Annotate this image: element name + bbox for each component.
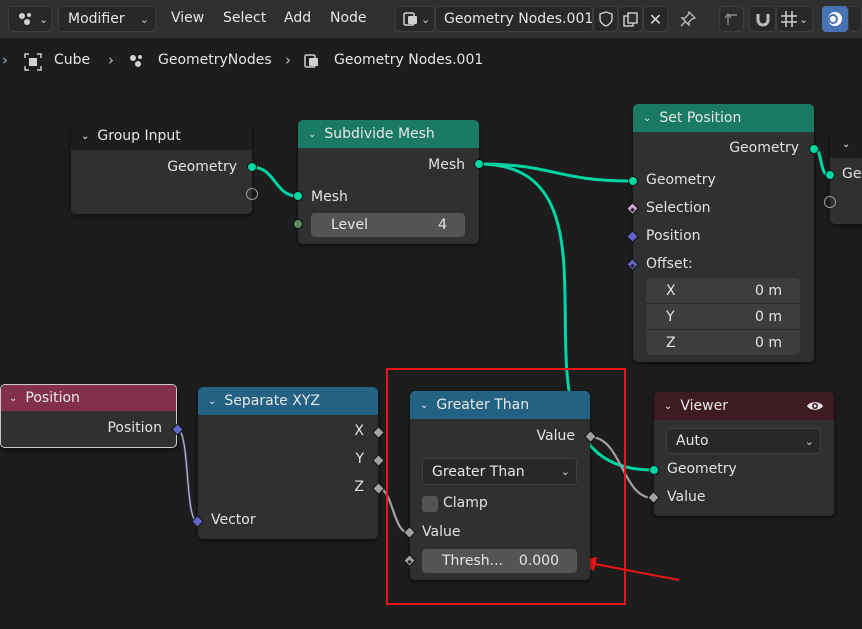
input-label: Geometry: [667, 461, 737, 477]
mesh-input-socket[interactable]: [293, 191, 303, 201]
input-label: Ge: [842, 166, 862, 182]
offscreen-node[interactable]: ⌄ Ge: [824, 130, 862, 224]
mesh-output-socket[interactable]: [474, 159, 484, 169]
collapse-arrow-icon[interactable]: ⌄: [81, 131, 89, 142]
input-label: Mesh: [311, 189, 348, 205]
axis-value: 0 m: [755, 308, 782, 325]
output-label: Y: [355, 451, 364, 467]
empty-output-socket[interactable]: [246, 188, 258, 200]
node-header[interactable]: ⌄ Position: [1, 385, 176, 411]
node-header[interactable]: ⌄ Separate XYZ: [198, 387, 378, 415]
empty-input-socket[interactable]: [824, 196, 836, 208]
eye-icon[interactable]: [806, 399, 824, 413]
set-position-node[interactable]: ⌄ Set Position Geometry Geometry Selecti…: [626, 104, 819, 362]
offset-z-field[interactable]: Z 0 m: [646, 330, 800, 355]
input-label: Geometry: [646, 172, 716, 188]
output-label: Geometry: [729, 140, 799, 156]
offset-y-field[interactable]: Y 0 m: [646, 304, 800, 329]
annotation-highlight-box: [386, 368, 626, 605]
geometry-output-socket[interactable]: [809, 144, 819, 154]
output-label: Mesh: [428, 157, 465, 173]
input-label: Position: [646, 228, 701, 244]
collapse-arrow-icon[interactable]: ⌄: [9, 393, 17, 404]
link-position-to-separate-light: [176, 428, 198, 522]
axis-label: Z: [666, 334, 676, 351]
geometry-output-socket[interactable]: [247, 162, 257, 172]
output-label: Z: [354, 479, 364, 495]
level-value: 4: [438, 217, 447, 233]
axis-label: X: [666, 282, 676, 299]
separate-xyz-node[interactable]: ⌄ Separate XYZ X Y Z Vector: [191, 387, 385, 539]
group-input-node[interactable]: ⌄ Group Input Geometry: [71, 122, 258, 214]
node-title: Group Input: [97, 128, 181, 144]
link-group-input-to-subdivide: [251, 165, 298, 198]
axis-value: 0 m: [755, 282, 782, 299]
input-label: Selection: [646, 200, 711, 216]
node-title: Viewer: [680, 398, 728, 414]
node-header[interactable]: ⌄ Viewer: [654, 392, 834, 420]
geometry-input-socket[interactable]: [628, 176, 638, 186]
axis-value: 0 m: [755, 334, 782, 351]
collapse-arrow-icon[interactable]: ⌄: [643, 113, 651, 124]
input-label: Value: [667, 489, 706, 505]
offset-x-field[interactable]: X 0 m: [646, 278, 800, 303]
node-title: Subdivide Mesh: [324, 126, 435, 142]
output-label: Geometry: [167, 159, 237, 175]
collapse-arrow-icon[interactable]: ⌄: [308, 129, 316, 140]
position-node[interactable]: ⌄ Position Position: [0, 384, 184, 448]
node-title: Separate XYZ: [224, 393, 320, 409]
level-field[interactable]: Level 4: [311, 213, 465, 237]
input-label: Vector: [211, 512, 256, 528]
node-header[interactable]: ⌄ Subdivide Mesh: [298, 120, 479, 148]
chevron-down-icon: ⌄: [804, 434, 814, 448]
axis-label: Y: [666, 308, 675, 325]
subdivide-mesh-node[interactable]: ⌄ Subdivide Mesh Mesh Mesh Level 4: [293, 120, 484, 244]
node-title: Set Position: [659, 110, 742, 126]
input-label: Offset:: [646, 256, 693, 272]
domain-select[interactable]: Auto ⌄: [666, 428, 821, 454]
collapse-arrow-icon[interactable]: ⌄: [842, 139, 850, 150]
output-label: Position: [107, 420, 162, 436]
node-header[interactable]: ⌄ Set Position: [633, 104, 814, 132]
collapse-arrow-icon[interactable]: ⌄: [664, 401, 672, 412]
geometry-input-socket[interactable]: [649, 465, 659, 475]
collapse-arrow-icon[interactable]: ⌄: [208, 396, 216, 407]
offset-vector-field: X 0 m Y 0 m Z 0 m: [646, 278, 800, 356]
viewer-node[interactable]: ⌄ Viewer Auto ⌄ Geometry Value: [647, 392, 834, 516]
node-title: Position: [25, 390, 80, 406]
node-header[interactable]: ⌄ Group Input: [71, 122, 252, 150]
level-input-socket[interactable]: [293, 219, 303, 229]
geometry-input-socket[interactable]: [825, 170, 835, 180]
node-header[interactable]: ⌄: [830, 130, 862, 158]
output-label: X: [354, 423, 364, 439]
domain-value: Auto: [676, 433, 709, 449]
level-label: Level: [331, 217, 368, 233]
